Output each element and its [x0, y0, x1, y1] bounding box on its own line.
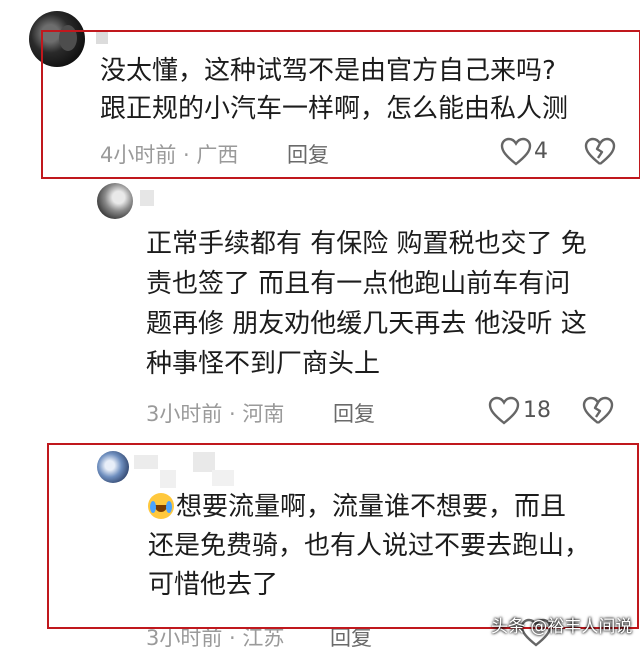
reply-button[interactable]: 回复: [330, 622, 372, 648]
reply-location: 河南: [242, 402, 285, 426]
blurred-username: [193, 452, 215, 472]
comment-time: 4小时前: [100, 143, 177, 167]
like-count: 4: [534, 139, 548, 164]
meta-separator: ·: [222, 402, 243, 426]
meta-separator: ·: [222, 626, 243, 648]
reply-line: 种事怪不到厂商头上: [146, 349, 381, 379]
reply-location: 江苏: [242, 626, 285, 648]
commenter-avatar[interactable]: [29, 11, 85, 67]
comment-meta: 4小时前 · 广西: [100, 139, 238, 169]
reply-button[interactable]: 回复: [333, 398, 375, 428]
dislike-broken-heart-icon[interactable]: [582, 396, 614, 426]
reply-line: 正常手续都有 有保险 购置税也交了 免: [146, 229, 587, 259]
like-heart-icon[interactable]: [500, 137, 532, 167]
reply-time: 3小时前: [146, 402, 223, 426]
replier-avatar[interactable]: [97, 451, 129, 483]
reply-line: 想要流量啊，流量谁不想要，而且: [148, 488, 590, 527]
meta-separator: ·: [176, 143, 197, 167]
dislike-broken-heart-icon[interactable]: [584, 137, 616, 167]
reply-text: 想要流量啊，流量谁不想要，而且 还是免费骑，也有人说过不要去跑山， 可惜他去了: [148, 488, 590, 605]
reply-line: 责也签了 而且有一点他跑山前车有问: [146, 269, 571, 299]
crying-laughing-emoji-icon: [148, 493, 174, 519]
reply-meta: 3小时前 · 河南: [146, 398, 284, 428]
reply-line: 可惜他去了: [148, 570, 279, 600]
comment-text: 没太懂，这种试驾不是由官方自己来吗? 跟正规的小汽车一样啊，怎么能由私人测: [100, 52, 568, 128]
blurred-username: [140, 190, 154, 206]
reply-button[interactable]: 回复: [287, 139, 329, 169]
reply-line: 还是免费骑，也有人说过不要去跑山，: [148, 531, 591, 561]
reply-line-text: 想要流量啊，流量谁不想要，而且: [176, 492, 567, 522]
comment-line: 没太懂，这种试驾不是由官方自己来吗?: [100, 56, 556, 86]
like-count: 18: [523, 398, 551, 423]
reply-text: 正常手续都有 有保险 购置税也交了 免 责也签了 而且有一点他跑山前车有问 题再…: [146, 224, 587, 384]
blurred-username: [96, 30, 108, 44]
blurred-username: [212, 470, 234, 486]
blurred-username: [134, 455, 158, 469]
blurred-username: [160, 470, 176, 488]
replier-avatar[interactable]: [97, 183, 133, 219]
reply-line: 题再修 朋友劝他缓几天再去 他没听 这: [146, 309, 587, 339]
comment-location: 广西: [196, 143, 239, 167]
reply-time: 3小时前: [146, 626, 223, 648]
watermark: 头条 @裕丰人间说: [491, 617, 633, 637]
reply-meta: 3小时前 · 江苏: [146, 622, 284, 648]
like-heart-icon[interactable]: [488, 396, 520, 426]
comment-line: 跟正规的小汽车一样啊，怎么能由私人测: [100, 94, 569, 124]
